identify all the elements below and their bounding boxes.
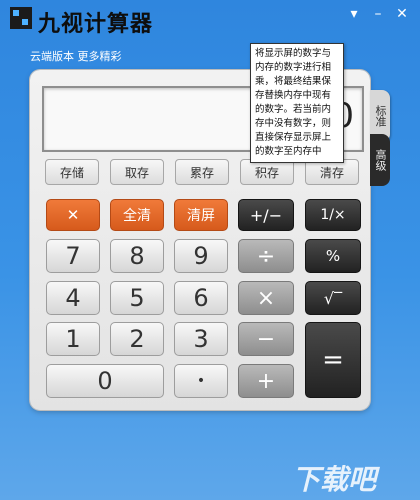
memory-store-button[interactable]: 存储 — [45, 159, 99, 185]
negate-button[interactable]: +/− — [238, 199, 294, 231]
backspace-icon: ✕ — [66, 206, 80, 224]
digit-8-button[interactable]: 8 — [110, 239, 164, 273]
clear-all-button[interactable]: 全清 — [110, 199, 164, 231]
minus-button[interactable]: − — [238, 322, 294, 356]
tooltip-line: 将显示屏的数字与 — [255, 48, 332, 59]
digit-1-button[interactable]: 1 — [46, 322, 100, 356]
digit-3-button[interactable]: 3 — [174, 322, 228, 356]
digit-0-button[interactable]: 0 — [46, 364, 164, 398]
tooltip-line: 乘，将最终结果保 — [255, 76, 332, 87]
tooltip-line: 存中没有数字，则 — [255, 118, 332, 129]
menu-dropdown-icon[interactable]: ▾ — [344, 6, 364, 22]
watermark-logo: 下载吧 — [292, 463, 377, 496]
percent-button[interactable]: % — [305, 239, 361, 273]
clear-screen-button[interactable]: 清屏 — [174, 199, 228, 231]
digit-5-button[interactable]: 5 — [110, 281, 164, 315]
reciprocal-button[interactable]: 1/× — [305, 199, 361, 231]
cloud-version-link[interactable]: 云端版本 更多精彩 — [30, 48, 122, 64]
calculator-window: 九视计算器 ▾ – ✕ 云端版本 更多精彩 0 标准 高级 存储 取存 累存 积… — [0, 0, 420, 500]
digit-4-button[interactable]: 4 — [46, 281, 100, 315]
backspace-button[interactable]: ✕ — [46, 199, 100, 231]
digit-7-button[interactable]: 7 — [46, 239, 100, 273]
minimize-button[interactable]: – — [368, 6, 388, 22]
equals-button[interactable]: = — [305, 322, 361, 398]
multiply-button[interactable]: × — [238, 281, 294, 315]
tab-advanced[interactable]: 高级 — [370, 134, 390, 186]
digit-2-button[interactable]: 2 — [110, 322, 164, 356]
digit-9-button[interactable]: 9 — [174, 239, 228, 273]
close-button[interactable]: ✕ — [392, 6, 412, 22]
tooltip-line: 存替换内存中现有 — [255, 90, 332, 101]
memory-multiply-tooltip: 将显示屏的数字与 内存的数字进行相 乘，将最终结果保 存替换内存中现有 的数字。… — [250, 43, 344, 163]
app-title: 九视计算器 — [38, 12, 154, 37]
app-logo-icon — [10, 7, 32, 29]
divide-button[interactable]: ÷ — [238, 239, 294, 273]
tooltip-line: 直接保存显示屏上 — [255, 132, 332, 143]
tooltip-line: 的数字至内存中 — [255, 146, 322, 157]
tooltip-line: 内存的数字进行相 — [255, 62, 332, 73]
sqrt-button[interactable]: √‾ — [305, 281, 361, 315]
decimal-point-button[interactable]: • — [174, 364, 228, 398]
digit-6-button[interactable]: 6 — [174, 281, 228, 315]
plus-button[interactable]: + — [238, 364, 294, 398]
tooltip-line: 的数字。若当前内 — [255, 104, 332, 115]
memory-recall-button[interactable]: 取存 — [110, 159, 164, 185]
memory-add-button[interactable]: 累存 — [175, 159, 229, 185]
title-bar: 九视计算器 ▾ – ✕ — [0, 0, 420, 38]
